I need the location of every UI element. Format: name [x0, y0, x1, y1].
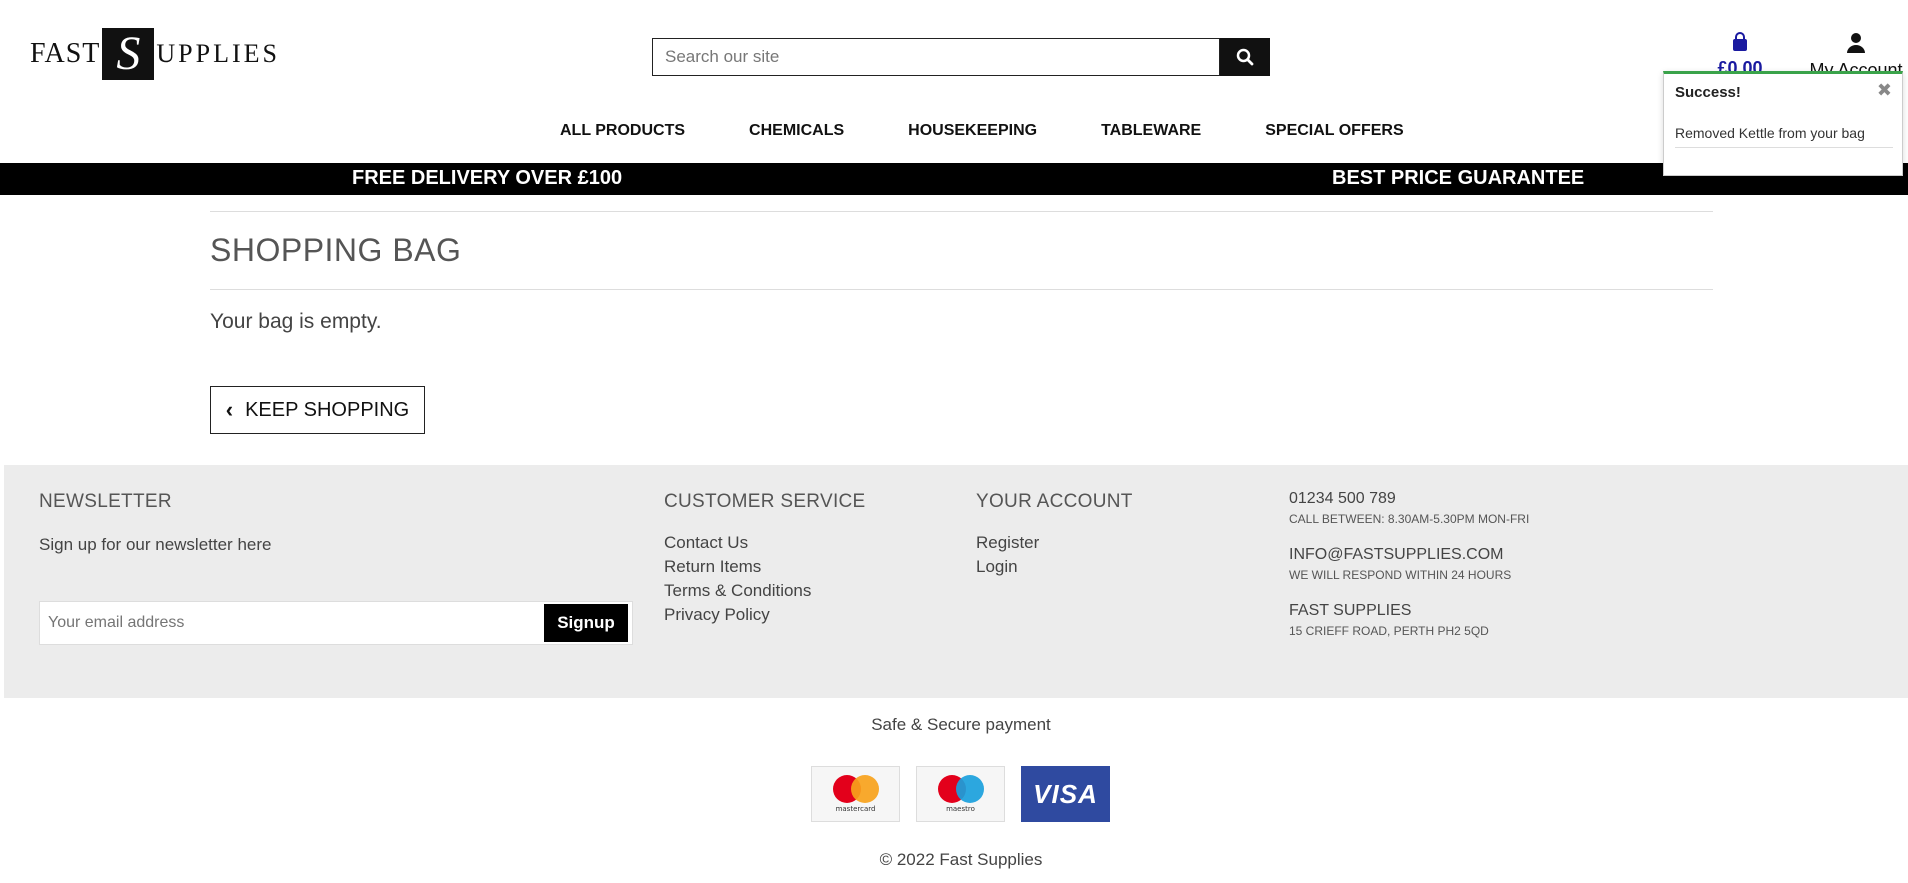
link-terms[interactable]: Terms & Conditions: [664, 579, 866, 603]
promo-banner: FREE DELIVERY OVER £100 BEST PRICE GUARA…: [0, 163, 1908, 195]
your-account-links: Register Login: [976, 531, 1133, 579]
link-register[interactable]: Register: [976, 531, 1133, 555]
price-guarantee-text: BEST PRICE GUARANTEE: [1332, 167, 1585, 189]
phone-hours: CALL BETWEEN: 8.30AM-5.30PM MON-FRI: [1289, 512, 1530, 526]
customer-service-links: Contact Us Return Items Terms & Conditio…: [664, 531, 866, 627]
newsletter-heading: NEWSLETTER: [39, 491, 172, 512]
maestro-icon: [937, 775, 984, 803]
site-header: FAST S UPPLIES £0.00 My Account ALL PROD…: [0, 0, 1908, 163]
toast-title: Success!: [1675, 84, 1741, 101]
nav-special-offers[interactable]: SPECIAL OFFERS: [1265, 122, 1403, 140]
email-address[interactable]: INFO@FASTSUPPLIES.COM: [1289, 546, 1529, 564]
customer-service-heading: CUSTOMER SERVICE: [664, 491, 866, 512]
search-button[interactable]: [1220, 38, 1270, 76]
keep-shopping-button[interactable]: ‹ KEEP SHOPPING: [210, 386, 425, 434]
mastercard-logo: mastercard: [811, 766, 900, 822]
your-account-heading: YOUR ACCOUNT: [976, 491, 1133, 512]
maestro-label: maestro: [946, 805, 975, 813]
chevron-left-icon: ‹: [225, 397, 234, 422]
search-input[interactable]: [652, 38, 1220, 76]
success-toast: Success! ✖ Removed Kettle from your bag: [1663, 71, 1903, 176]
email-note: WE WILL RESPOND WITHIN 24 HOURS: [1289, 568, 1512, 582]
customer-service-column: CUSTOMER SERVICE Contact Us Return Items…: [664, 491, 866, 627]
newsletter-column: NEWSLETTER Sign up for our newsletter he…: [39, 491, 633, 645]
free-delivery-text: FREE DELIVERY OVER £100: [352, 167, 623, 189]
nav-chemicals[interactable]: CHEMICALS: [749, 122, 844, 140]
logo-mark: S: [102, 27, 155, 80]
logo-prefix: FAST: [30, 38, 101, 69]
divider: [210, 289, 1713, 290]
company-address: 15 CRIEFF ROAD, PERTH PH2 5QD: [1289, 624, 1489, 638]
empty-bag-message: Your bag is empty.: [210, 310, 382, 333]
main-nav: ALL PRODUCTS CHEMICALS HOUSEKEEPING TABL…: [560, 122, 1468, 140]
maestro-logo: maestro: [916, 766, 1005, 822]
mastercard-icon: [832, 775, 879, 803]
contact-column: 01234 500 789 CALL BETWEEN: 8.30AM-5.30P…: [1289, 490, 1529, 658]
toast-message: Removed Kettle from your bag: [1675, 125, 1893, 148]
divider: [210, 211, 1713, 212]
phone-number[interactable]: 01234 500 789: [1289, 490, 1529, 508]
close-icon[interactable]: ✖: [1877, 80, 1892, 101]
site-footer: NEWSLETTER Sign up for our newsletter he…: [4, 465, 1908, 698]
keep-shopping-label: KEEP SHOPPING: [245, 398, 410, 421]
nav-tableware[interactable]: TABLEWARE: [1101, 122, 1201, 140]
site-logo[interactable]: FAST S UPPLIES: [30, 28, 280, 80]
company-name: FAST SUPPLIES: [1289, 602, 1412, 619]
visa-label: VISA: [1033, 778, 1098, 809]
link-privacy[interactable]: Privacy Policy: [664, 603, 866, 627]
page-title: SHOPPING BAG: [210, 232, 462, 268]
visa-logo: VISA: [1021, 766, 1110, 822]
link-contact-us[interactable]: Contact Us: [664, 531, 866, 555]
bag-icon: [1733, 32, 1747, 51]
email-field[interactable]: [42, 604, 544, 642]
signup-button[interactable]: Signup: [544, 604, 628, 642]
mastercard-label: mastercard: [835, 805, 876, 813]
nav-housekeeping[interactable]: HOUSEKEEPING: [908, 122, 1037, 140]
logo-letter: S: [116, 27, 141, 80]
copyright: © 2022 Fast Supplies: [879, 850, 1043, 869]
payment-title: Safe & Secure payment: [871, 715, 1051, 734]
your-account-column: YOUR ACCOUNT Register Login: [976, 491, 1133, 579]
search-bar: [652, 38, 1270, 76]
shopping-bag-section: SHOPPING BAG Your bag is empty. ‹ KEEP S…: [210, 211, 1713, 434]
newsletter-form: Signup: [39, 601, 633, 645]
newsletter-subtext: Sign up for our newsletter here: [39, 535, 272, 554]
nav-all-products[interactable]: ALL PRODUCTS: [560, 122, 685, 140]
payment-cards: mastercard maestro VISA: [811, 766, 1110, 822]
link-login[interactable]: Login: [976, 555, 1133, 579]
search-icon: [1236, 48, 1254, 66]
user-icon: [1847, 33, 1865, 53]
link-return-items[interactable]: Return Items: [664, 555, 866, 579]
logo-suffix: UPPLIES: [156, 39, 280, 68]
